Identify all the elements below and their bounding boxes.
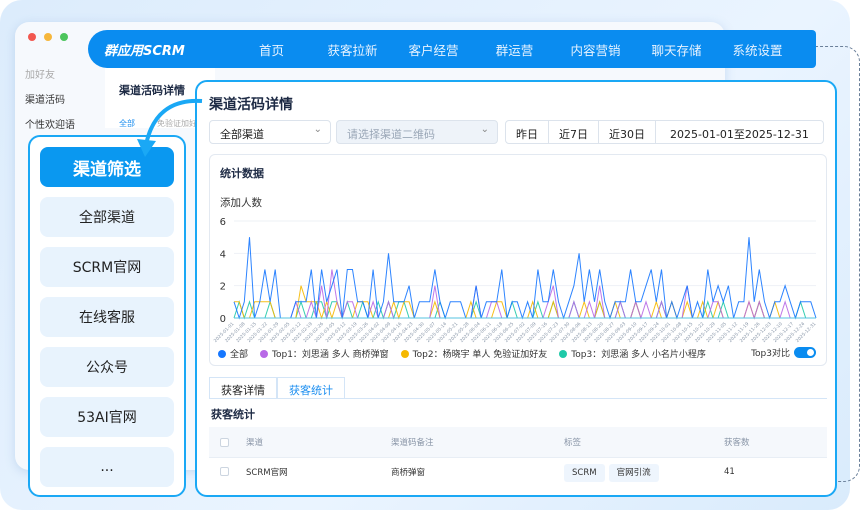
arrow-icon bbox=[137, 98, 203, 157]
range-yesterday[interactable]: 昨日 bbox=[506, 121, 549, 143]
channel-53ai[interactable]: 53AI官网 bbox=[40, 397, 174, 437]
maximize-dot-icon[interactable] bbox=[60, 33, 68, 41]
cell-count: 41 bbox=[724, 466, 735, 477]
col-channel: 渠道 bbox=[246, 438, 264, 448]
range-7d[interactable]: 近7日 bbox=[549, 121, 599, 143]
date-range-picker[interactable]: 2025-01-01至2025-12-31 bbox=[656, 121, 823, 143]
close-dot-icon[interactable] bbox=[28, 33, 36, 41]
top3-compare: Top3对比 bbox=[751, 346, 816, 359]
nav-settings[interactable]: 系统设置 bbox=[717, 40, 798, 59]
legend-all[interactable]: 全部 bbox=[218, 347, 248, 360]
qr-select[interactable]: 请选择渠道二维码 ⌄ bbox=[336, 120, 498, 144]
stats-table: 渠道 渠道码备注 标签 获客数 SCRM官网 商桥弹窗 SCRM 官网引流 41 bbox=[209, 427, 827, 485]
legend-top3[interactable]: Top3：刘思涵 多人 小名片小程序 bbox=[559, 347, 706, 360]
y-tick-label: 2 bbox=[220, 282, 226, 293]
chevron-down-icon: ⌄ bbox=[480, 124, 489, 135]
cell-remark: 商桥弹窗 bbox=[391, 467, 426, 478]
back-sidebar-item[interactable]: 渠道活码 bbox=[25, 91, 105, 116]
range-30d[interactable]: 近30日 bbox=[599, 121, 656, 143]
channel-all[interactable]: 全部渠道 bbox=[40, 197, 174, 237]
nav-acquire[interactable]: 获客拉新 bbox=[312, 40, 393, 59]
nav-group[interactable]: 群运营 bbox=[474, 40, 555, 59]
series-line bbox=[233, 237, 817, 320]
col-count: 获客数 bbox=[724, 438, 750, 448]
logo: 群应用SCRM bbox=[104, 43, 185, 59]
table-row[interactable]: SCRM官网 商桥弹窗 SCRM 官网引流 41 bbox=[209, 457, 827, 485]
nav-chat[interactable]: 聊天存储 bbox=[636, 40, 717, 59]
top3-toggle[interactable] bbox=[794, 347, 816, 358]
channel-scrm[interactable]: SCRM官网 bbox=[40, 247, 174, 287]
table-header: 渠道 渠道码备注 标签 获客数 bbox=[209, 427, 827, 457]
channel-more[interactable]: ... bbox=[40, 447, 174, 487]
nav-home[interactable]: 首页 bbox=[231, 40, 312, 59]
y-tick-label: 6 bbox=[220, 217, 226, 228]
legend-top2[interactable]: Top2：杨晓宇 单人 免验证加好友 bbox=[400, 347, 547, 360]
row-checkbox[interactable] bbox=[220, 467, 229, 476]
y-tick-label: 4 bbox=[220, 249, 226, 260]
back-sidebar: 加好友 渠道活码 个性欢迎语 bbox=[25, 66, 105, 141]
col-remark: 渠道码备注 bbox=[391, 438, 434, 448]
tag: SCRM bbox=[564, 463, 605, 482]
date-range-group: 昨日 近7日 近30日 2025-01-01至2025-12-31 bbox=[505, 120, 824, 144]
nav-customer[interactable]: 客户经营 bbox=[393, 40, 474, 59]
main-panel: 渠道活码详情 全部渠道 ⌄ 请选择渠道二维码 ⌄ 昨日 近7日 近30日 2025-… bbox=[195, 80, 837, 497]
back-sidebar-group: 加好友 bbox=[25, 70, 55, 81]
channel-official-account[interactable]: 公众号 bbox=[40, 347, 174, 387]
top3-label: Top3对比 bbox=[751, 349, 790, 359]
tab-details[interactable]: 获客详情 bbox=[209, 377, 277, 398]
col-tags: 标签 bbox=[564, 438, 582, 448]
chevron-down-icon: ⌄ bbox=[313, 124, 322, 135]
select-all-checkbox[interactable] bbox=[220, 437, 229, 447]
minimize-dot-icon[interactable] bbox=[44, 33, 52, 41]
y-tick-label: 0 bbox=[220, 314, 226, 325]
legend-top1[interactable]: Top1：刘思涵 多人 商桥弹窗 bbox=[260, 347, 389, 360]
nav-content[interactable]: 内容营销 bbox=[555, 40, 636, 59]
tabs: 获客详情 获客统计 bbox=[209, 377, 827, 399]
tag: 官网引流 bbox=[608, 463, 659, 482]
tab-stats[interactable]: 获客统计 bbox=[277, 377, 345, 398]
qr-select-placeholder: 请选择渠道二维码 bbox=[347, 128, 435, 141]
section-title: 获客统计 bbox=[211, 408, 255, 421]
stats-card: 统计数据 添加人数 0 2 4 6 2025-01-01 2025-01-08 2025-0… bbox=[209, 154, 827, 366]
cell-channel: SCRM官网 bbox=[246, 467, 288, 478]
channel-online-service[interactable]: 在线客服 bbox=[40, 297, 174, 337]
legend: 全部 Top1：刘思涵 多人 商桥弹窗 Top2：杨晓宇 单人 免验证加好友 T… bbox=[218, 347, 706, 360]
channel-filter-panel: 渠道筛选 全部渠道 SCRM官网 在线客服 公众号 53AI官网 ... bbox=[28, 135, 186, 497]
top-nav: 群应用SCRM 首页 获客拉新 客户经营 群运营 内容营销 聊天存储 系统设置 bbox=[88, 30, 816, 68]
line-chart: 02462025-01-012025-01-082025-01-152025-0… bbox=[213, 217, 818, 344]
